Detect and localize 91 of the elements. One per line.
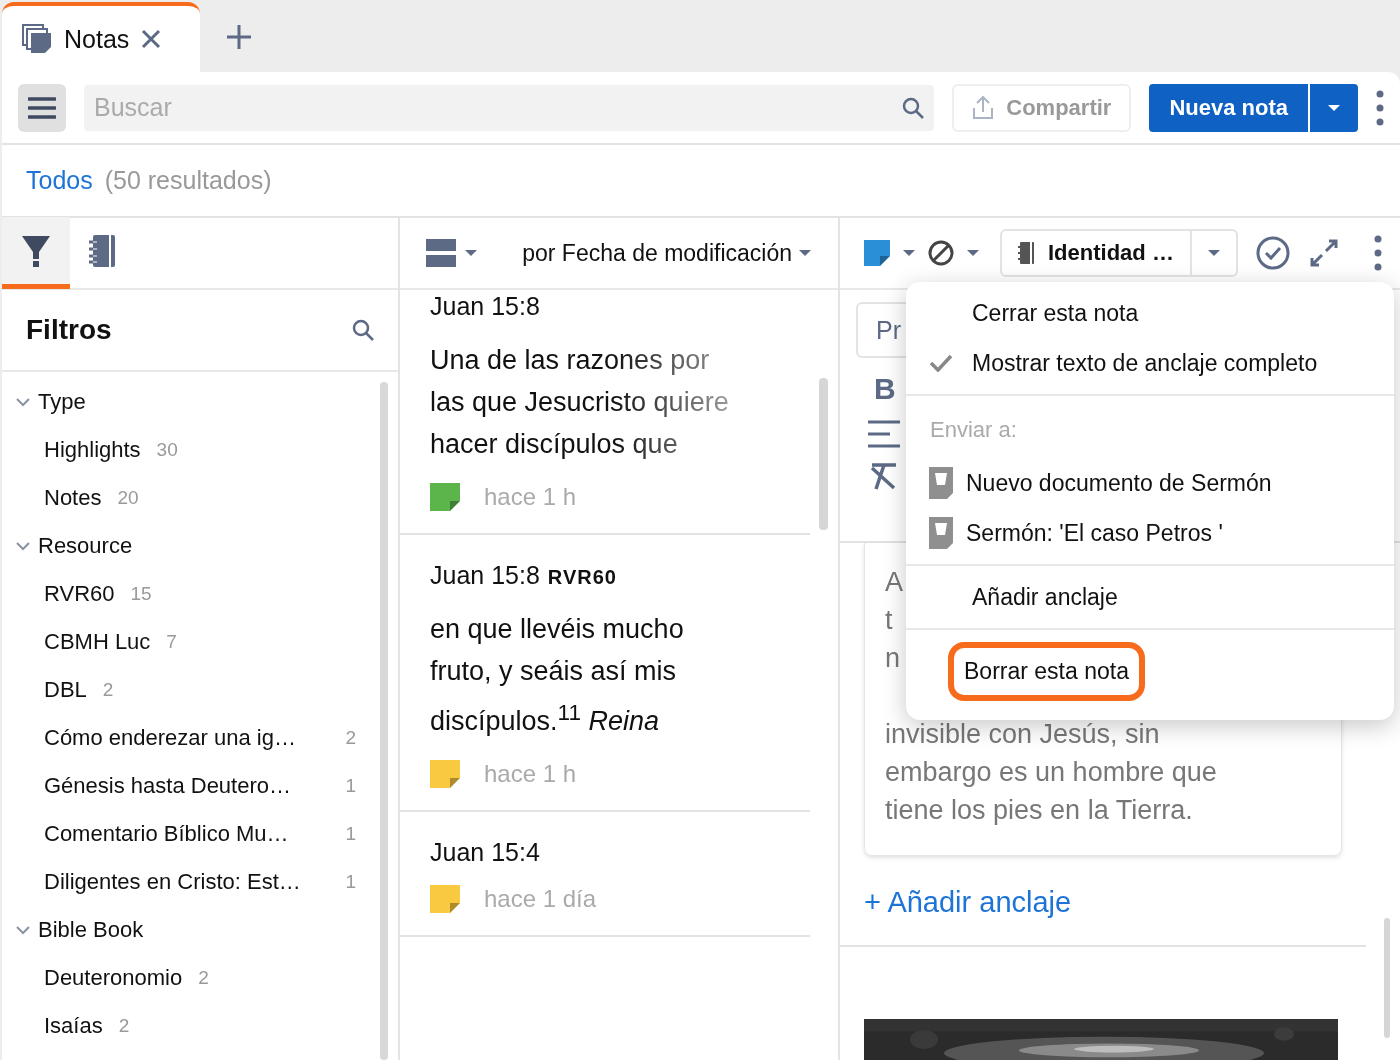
note-text-line: t (885, 604, 893, 637)
caret-icon (798, 249, 812, 257)
note-text: en que llevéis mucho fruto, y seáis así mis discípulos.$^{11}$ Reina (430, 613, 685, 738)
result-count: (50 resultados) (104, 166, 272, 195)
caret-icon (1327, 103, 1341, 112)
note-text-line: tiene los pies en la Tierra. (885, 794, 1193, 827)
tab[interactable]: Notas (2, 2, 200, 72)
note-reference: Juan 15:8 (430, 292, 540, 321)
filter-icon (21, 234, 51, 267)
tree-item[interactable]: Notes (44, 485, 102, 511)
search-icon (902, 96, 925, 119)
item-count: 2 (102, 679, 114, 701)
menu-item[interactable]: Añadir anclaje (954, 571, 1136, 623)
note-text: Una de las razones por las que Jesucristo quiere hacer discípulos que (430, 344, 730, 461)
menu-item[interactable]: Cerrar esta nota (954, 287, 1157, 339)
add-anchor-link[interactable]: + Añadir anclaje (864, 886, 1072, 919)
tab-label: Notas (64, 24, 130, 54)
item-count: 2 (345, 727, 356, 749)
note-text-line: n (885, 642, 901, 675)
item-count: 1 (345, 775, 356, 797)
filter-link[interactable]: Todos (26, 166, 93, 195)
view-icon[interactable] (426, 239, 456, 267)
chevron-icon[interactable] (16, 541, 30, 551)
caret-icon (902, 249, 916, 257)
expand-icon[interactable] (1309, 239, 1338, 267)
scrollbar[interactable] (380, 382, 388, 1060)
item-count: 2 (198, 967, 209, 989)
document-icon (929, 467, 953, 499)
note-reference: Juan 15:8 (430, 561, 540, 590)
item-count: 15 (130, 583, 152, 605)
tree-item[interactable]: Deuteronomio (44, 965, 183, 991)
note-time: hace 1 h (484, 760, 577, 788)
scrollbar[interactable] (819, 378, 828, 530)
tree-item[interactable]: RVR60 (44, 581, 115, 607)
tree-item[interactable]: Diligentes en Cristo: Est… (44, 869, 301, 895)
more-icon[interactable] (1374, 235, 1382, 271)
tree-group[interactable]: Bible Book (38, 917, 144, 943)
panel-title: Filtros (26, 314, 112, 346)
tree-item[interactable]: Isaías (44, 1013, 103, 1039)
share-icon (972, 95, 995, 120)
notebook-icon (1018, 242, 1036, 264)
item-count: 1 (345, 823, 356, 845)
caret-icon (966, 249, 980, 257)
tree-item[interactable]: Comentario Bíblico Mu… (44, 821, 289, 847)
tree-group[interactable]: Resource (38, 533, 133, 559)
menu-heading: Enviar a: (929, 416, 1018, 444)
check-icon (929, 354, 953, 372)
search-icon[interactable] (352, 319, 374, 341)
item-count: 20 (117, 487, 139, 509)
search-field[interactable]: Buscar (84, 84, 935, 131)
caret-icon (464, 249, 478, 257)
item-count: 30 (156, 439, 178, 461)
dropdown-button[interactable] (1308, 83, 1358, 132)
tree-item[interactable]: Highlights (44, 437, 141, 463)
note-text-line: A (885, 566, 903, 599)
item-count: 2 (118, 1015, 130, 1037)
tree-item[interactable]: CBMH Luc (44, 629, 151, 655)
menu-item[interactable]: Sermón: 'El caso Petros ' (906, 508, 1394, 558)
tree-item[interactable]: DBL (44, 677, 87, 703)
menu-icon (28, 96, 56, 119)
notes-icon (22, 24, 52, 54)
note-text-line: embargo es un hombre que (885, 756, 1217, 789)
sort-dropdown[interactable]: por Fecha de modificación (522, 239, 792, 267)
menu-item[interactable]: Nuevo documento de Sermón (906, 458, 1394, 508)
no-style-icon[interactable] (928, 240, 954, 266)
menu-button[interactable] (18, 83, 66, 132)
sidebar-tab[interactable] (2, 217, 70, 289)
tree-group[interactable]: Type (38, 389, 86, 415)
tree-item[interactable]: Génesis hasta Deutero… (44, 773, 292, 799)
note-reference: Juan 15:4 (430, 838, 540, 867)
check-circle-icon[interactable] (1255, 236, 1290, 270)
note-text-line: invisible con Jesús, sin (885, 718, 1160, 751)
chevron-icon[interactable] (16, 397, 30, 407)
menu-item[interactable]: Borrar esta nota (948, 641, 1145, 701)
tree-item[interactable]: Cómo enderezar una ig… (44, 725, 296, 751)
note-time: hace 1 h (484, 483, 577, 511)
note-color-icon[interactable] (864, 240, 890, 266)
close-icon[interactable] (141, 29, 162, 49)
clear-format-icon[interactable] (868, 462, 898, 490)
new-note-button[interactable]: Nueva nota (1149, 83, 1308, 132)
more-icon[interactable] (1376, 89, 1384, 126)
chevron-icon[interactable] (16, 925, 30, 935)
menu-item[interactable]: Mostrar texto de anclaje completo (954, 337, 1336, 389)
caret-icon (1206, 249, 1221, 257)
align-icon[interactable] (868, 420, 900, 448)
version-tag: RVR60 (547, 566, 617, 589)
item-count: 7 (166, 631, 177, 653)
item-count: 1 (345, 871, 356, 893)
scrollbar[interactable] (1384, 918, 1390, 1038)
document-icon (929, 517, 953, 549)
note-time: hace 1 día (484, 885, 597, 913)
